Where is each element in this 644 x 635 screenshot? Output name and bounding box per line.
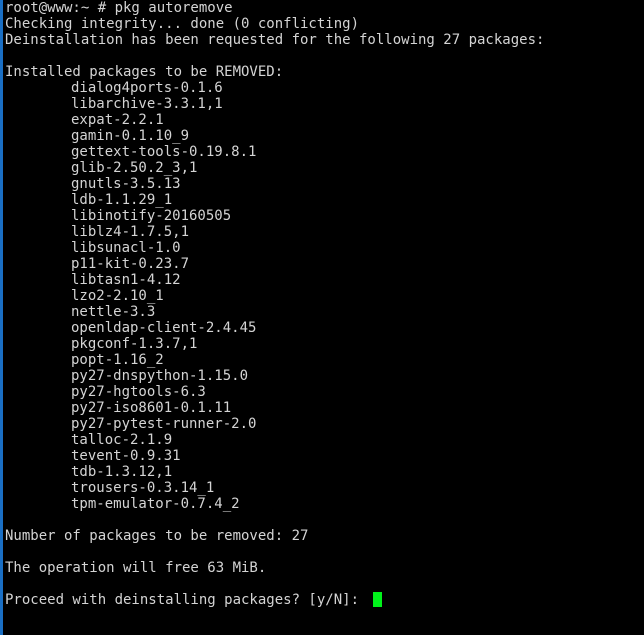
- terminal-screen[interactable]: root@www:~ # pkg autoremove Checking int…: [3, 0, 644, 635]
- package-list-item: tdb-1.3.12,1: [71, 464, 173, 480]
- package-list-item: gettext-tools-0.19.8.1: [71, 144, 257, 160]
- package-list-item: tpm-emulator-0.7.4_2: [71, 496, 240, 512]
- package-list-item: pkgconf-1.3.7,1: [71, 336, 198, 352]
- freed-space-line: The operation will free 63 MiB.: [5, 560, 267, 576]
- window-edge-accent: [0, 0, 3, 635]
- package-list-item: libtasn1-4.12: [71, 272, 181, 288]
- package-list-item: nettle-3.3: [71, 304, 156, 320]
- command-line: root@www:~ # pkg autoremove: [5, 0, 233, 16]
- package-list-item: openldap-client-2.4.45: [71, 320, 257, 336]
- package-list-item: libsunacl-1.0: [71, 240, 181, 256]
- package-list-item: ldb-1.1.29_1: [71, 192, 173, 208]
- package-list-item: libinotify-20160505: [71, 208, 232, 224]
- package-list-item: talloc-2.1.9: [71, 432, 173, 448]
- text-cursor: [373, 592, 383, 607]
- package-list-item: dialog4ports-0.1.6: [71, 80, 223, 96]
- package-list-item: liblz4-1.7.5,1: [71, 224, 190, 240]
- package-list-item: tevent-0.9.31: [71, 448, 181, 464]
- package-list-item: popt-1.16_2: [71, 352, 164, 368]
- package-list-item: py27-dnspython-1.15.0: [71, 368, 249, 384]
- package-list: dialog4ports-0.1.6 libarchive-3.3.1,1 expa…: [3, 80, 644, 512]
- package-list-item: libarchive-3.3.1,1: [71, 96, 223, 112]
- package-list-item: py27-iso8601-0.1.11: [71, 400, 232, 416]
- integrity-status-line: Checking integrity... done (0 conflictin…: [5, 16, 360, 32]
- package-list-item: gnutls-3.5.13: [71, 176, 181, 192]
- package-list-item: py27-pytest-runner-2.0: [71, 416, 257, 432]
- deinstallation-request-line: Deinstallation has been requested for th…: [5, 32, 545, 48]
- package-list-item: lzo2-2.10_1: [71, 288, 164, 304]
- package-list-item: py27-hgtools-6.3: [71, 384, 206, 400]
- package-list-item: trousers-0.3.14_1: [71, 480, 215, 496]
- package-list-item: expat-2.2.1: [71, 112, 164, 128]
- package-count-line: Number of packages to be removed: 27: [5, 528, 309, 544]
- package-list-item: p11-kit-0.23.7: [71, 256, 190, 272]
- confirmation-prompt-line[interactable]: Proceed with deinstalling packages? [y/N…: [3, 592, 644, 608]
- confirmation-prompt-text: Proceed with deinstalling packages? [y/N…: [5, 592, 368, 608]
- package-list-item: glib-2.50.2_3,1: [71, 160, 198, 176]
- terminal-window[interactable]: root@www:~ # pkg autoremove Checking int…: [0, 0, 644, 635]
- package-list-item: gamin-0.1.10_9: [71, 128, 190, 144]
- removed-packages-header: Installed packages to be REMOVED:: [5, 64, 284, 80]
